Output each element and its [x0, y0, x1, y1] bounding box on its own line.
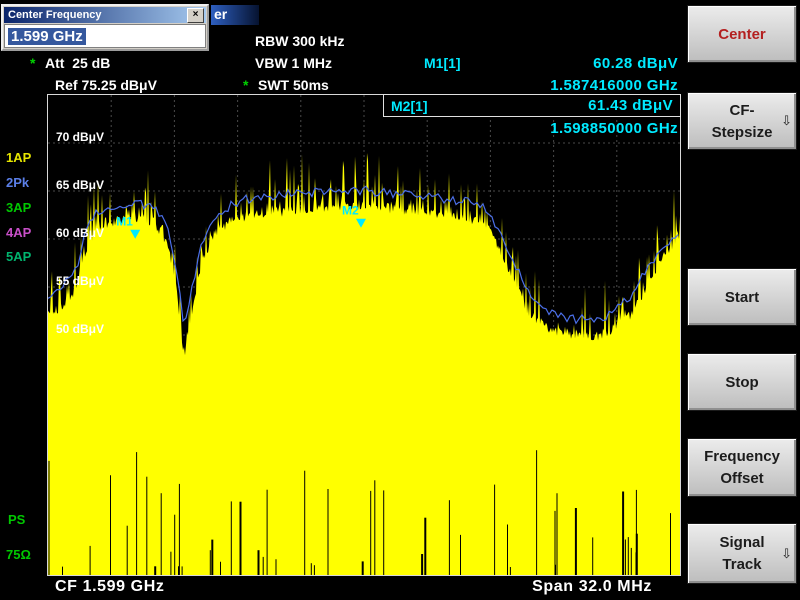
footer-center-frequency: CF 1.599 GHz [55, 578, 164, 596]
dialog-titlebar: Center Frequency × [4, 7, 206, 23]
att-readout: Att 25 dB [45, 55, 110, 71]
softkey-signal-track-label2: Track [722, 556, 761, 573]
marker-label-m1: M1 [116, 215, 133, 229]
softkey-center[interactable]: Center [687, 5, 797, 63]
marker-label-m2: M2 [342, 204, 359, 218]
marker1-name: M1[1] [424, 55, 461, 71]
marker2-name: M2[1] [391, 98, 428, 114]
y-axis-label-65: 65 dBμV [56, 178, 104, 192]
footer-span: Span 32.0 MHz [532, 578, 652, 596]
marker2-readout-box: M2[1] 61.43 dBμV [383, 94, 681, 117]
swt-coupled-star: * [243, 77, 248, 93]
rbw-readout: RBW 300 kHz [255, 33, 344, 49]
softkey-cf-stepsize[interactable]: CF- Stepsize ⇩ [687, 92, 797, 150]
ref-level-readout: Ref 75.25 dBμV [55, 77, 157, 93]
submenu-arrow-icon: ⇩ [781, 113, 792, 129]
y-axis-label-70: 70 dBμV [56, 130, 104, 144]
marker1-frequency: 1.587416000 GHz [550, 77, 678, 94]
input-selected-text: 1.599 GHz [8, 28, 86, 45]
softkey-start[interactable]: Start [687, 268, 797, 326]
softkey-start-label: Start [725, 289, 759, 306]
trace-indicator-3ap: 3AP [6, 200, 31, 215]
softkey-frequency-offset[interactable]: Frequency Offset [687, 438, 797, 497]
softkey-cf-stepsize-label1: CF- [730, 102, 755, 119]
close-icon[interactable]: × [187, 8, 204, 23]
trace-indicator-5ap: 5AP [6, 249, 31, 264]
softkey-stop-label: Stop [725, 374, 758, 391]
att-coupled-star: * [30, 55, 35, 71]
submenu-arrow-icon: ⇩ [781, 546, 792, 562]
y-axis-label-55: 55 dBμV [56, 274, 104, 288]
softkey-signal-track-label1: Signal [719, 534, 764, 551]
softkey-cf-stepsize-label2: Stepsize [712, 124, 773, 141]
trace-indicator-1ap: 1AP [6, 150, 31, 165]
spectrum-analyzer-screen: { "window_title_fragment": "er", "dialog… [0, 0, 800, 600]
softkey-frequency-offset-label2: Offset [720, 470, 763, 487]
center-frequency-input[interactable]: 1.599 GHz [4, 24, 206, 48]
softkey-center-label: Center [718, 26, 766, 43]
softkey-frequency-offset-label1: Frequency [704, 448, 780, 465]
window-title-fragment: er [211, 5, 259, 25]
softkey-stop[interactable]: Stop [687, 353, 797, 411]
impedance-status: 75Ω [6, 547, 31, 562]
y-axis-label-50: 50 dBμV [56, 322, 104, 336]
center-frequency-dialog: Center Frequency × 1.599 GHz [1, 4, 209, 51]
trace-indicator-2pk: 2Pk [6, 175, 29, 190]
swt-readout: SWT 50ms [258, 77, 329, 93]
dialog-title: Center Frequency [8, 9, 102, 21]
preselector-status: PS [8, 512, 25, 527]
y-axis-label-60: 60 dBμV [56, 226, 104, 240]
vbw-readout: VBW 1 MHz [255, 55, 332, 71]
marker1-level: 60.28 dBμV [593, 55, 678, 72]
marker2-frequency: 1.598850000 GHz [550, 120, 678, 137]
marker2-level: 61.43 dBμV [588, 97, 673, 114]
trace-canvas: M1 M2 [48, 95, 680, 575]
softkey-signal-track[interactable]: Signal Track ⇩ [687, 523, 797, 584]
trace-indicator-4ap: 4AP [6, 225, 31, 240]
spectrum-plot: M1 M2 [47, 94, 681, 576]
